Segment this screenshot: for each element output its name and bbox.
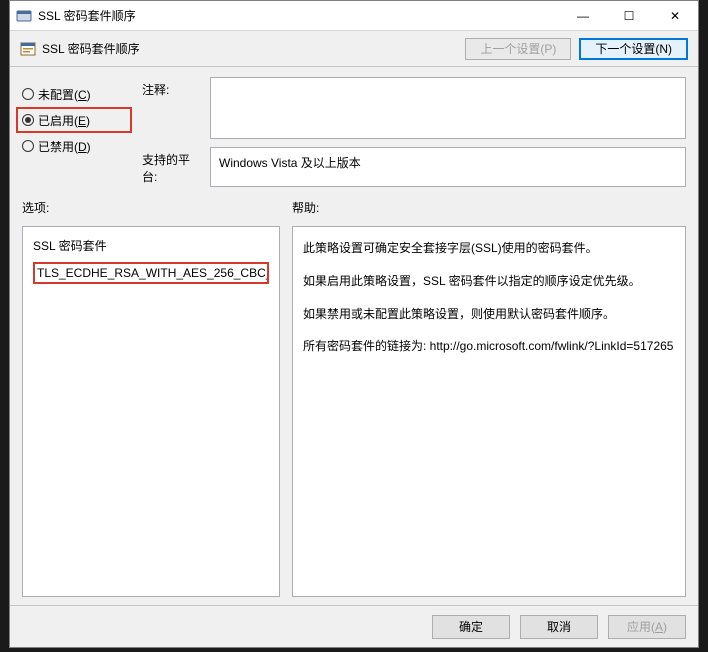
prev-setting-button[interactable]: 上一个设置(P) <box>465 38 571 60</box>
close-button[interactable]: ✕ <box>652 1 698 31</box>
suite-field-value[interactable]: TLS_ECDHE_RSA_WITH_AES_256_CBC_ <box>33 262 269 284</box>
radio-not-configured[interactable]: 未配置(C) <box>22 81 132 107</box>
next-setting-button[interactable]: 下一个设置(N) <box>579 38 688 60</box>
maximize-button[interactable]: ☐ <box>606 1 652 31</box>
help-text: 如果禁用或未配置此策略设置，则使用默认密码套件顺序。 <box>303 303 675 326</box>
comment-textarea[interactable] <box>210 77 686 139</box>
titlebar[interactable]: SSL 密码套件顺序 — ☐ ✕ <box>10 1 698 31</box>
radio-disabled[interactable]: 已禁用(D) <box>22 133 132 159</box>
help-text: 如果启用此策略设置，SSL 密码套件以指定的顺序设定优先级。 <box>303 270 675 293</box>
help-text: 此策略设置可确定安全套接字层(SSL)使用的密码套件。 <box>303 237 675 260</box>
content-area: 未配置(C) 已启用(E) 已禁用(D) 注释: 支持的平台: <box>10 67 698 605</box>
help-label: 帮助: <box>292 199 319 216</box>
policy-icon <box>20 41 36 57</box>
ok-button[interactable]: 确定 <box>432 615 510 639</box>
window-title: SSL 密码套件顺序 <box>38 7 560 24</box>
cancel-button[interactable]: 取消 <box>520 615 598 639</box>
radio-icon <box>22 114 34 126</box>
app-icon <box>16 8 32 24</box>
toolbar-title: SSL 密码套件顺序 <box>42 40 140 57</box>
dialog-window: SSL 密码套件顺序 — ☐ ✕ SSL 密码套件顺序 上一个设置(P) 下一个… <box>9 0 699 648</box>
help-text: 所有密码套件的链接为: http://go.microsoft.com/fwli… <box>303 335 675 358</box>
suite-field-label: SSL 密码套件 <box>33 237 269 254</box>
options-label: 选项: <box>22 199 292 216</box>
window-controls: — ☐ ✕ <box>560 1 698 30</box>
options-panel: SSL 密码套件 TLS_ECDHE_RSA_WITH_AES_256_CBC_ <box>22 226 280 597</box>
radio-enabled[interactable]: 已启用(E) <box>16 107 132 133</box>
platform-box: Windows Vista 及以上版本 <box>210 147 686 187</box>
platform-label: 支持的平台: <box>142 147 202 187</box>
comment-label: 注释: <box>142 77 202 139</box>
minimize-button[interactable]: — <box>560 1 606 31</box>
apply-button[interactable]: 应用(A) <box>608 615 686 639</box>
button-bar: 确定 取消 应用(A) <box>10 605 698 647</box>
help-panel: 此策略设置可确定安全套接字层(SSL)使用的密码套件。 如果启用此策略设置，SS… <box>292 226 686 597</box>
radio-icon <box>22 140 34 152</box>
radio-icon <box>22 88 34 100</box>
toolbar: SSL 密码套件顺序 上一个设置(P) 下一个设置(N) <box>10 31 698 67</box>
radio-group: 未配置(C) 已启用(E) 已禁用(D) <box>22 77 132 187</box>
